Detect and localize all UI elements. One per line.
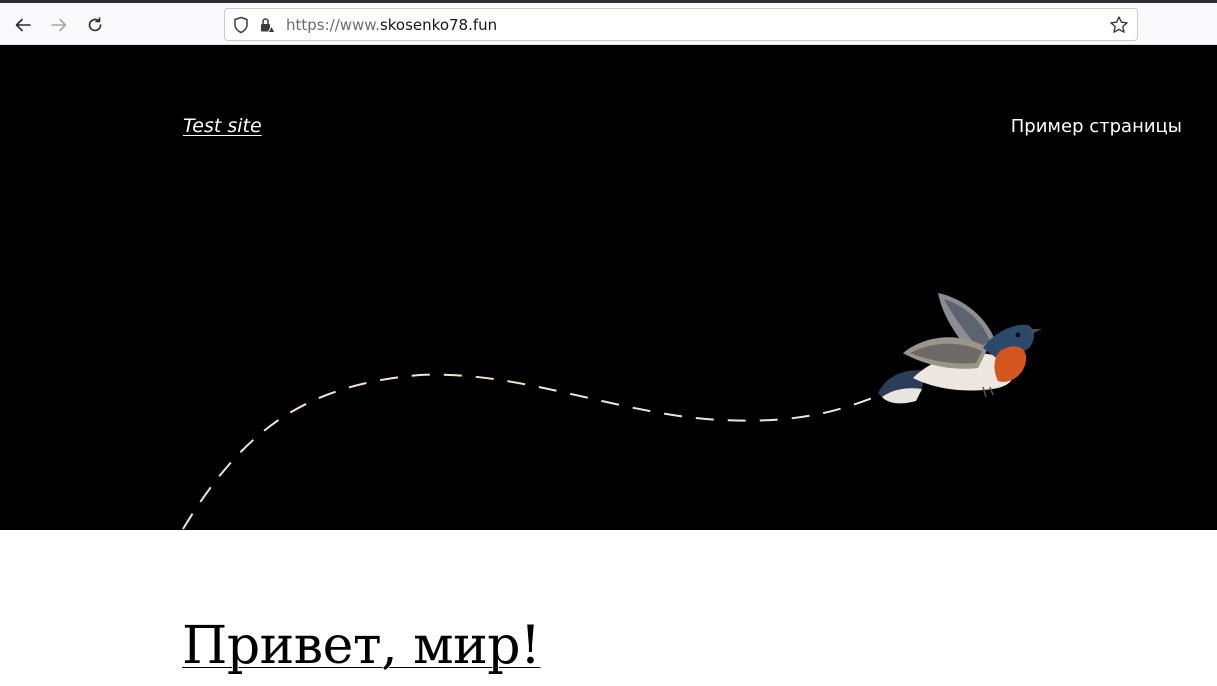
site-header: Test site Пример страницы	[0, 45, 1217, 530]
reload-button[interactable]	[80, 11, 110, 39]
browser-toolbar: https://www.skosenko78.fun	[0, 0, 1217, 45]
flying-bird-illustration	[878, 293, 1042, 404]
post-title-link[interactable]: Привет, мир!	[182, 620, 541, 672]
flight-path	[182, 373, 881, 530]
reload-icon	[88, 17, 102, 32]
url-domain: skosenko78.fun	[379, 16, 498, 34]
forward-button[interactable]	[44, 11, 74, 39]
url-text[interactable]: https://www.skosenko78.fun	[286, 16, 497, 34]
site-title-link[interactable]: Test site	[183, 115, 262, 137]
star-icon[interactable]	[1109, 15, 1129, 35]
address-bar[interactable]: https://www.skosenko78.fun	[224, 8, 1138, 41]
shield-icon[interactable]	[232, 16, 250, 34]
url-prefix: https://www.	[286, 16, 380, 34]
lock-warning-icon[interactable]	[258, 16, 276, 34]
back-button[interactable]	[8, 11, 38, 39]
arrow-left-icon	[15, 18, 31, 32]
nav-item-sample-page[interactable]: Пример страницы	[1011, 116, 1182, 137]
arrow-right-icon	[51, 18, 67, 32]
